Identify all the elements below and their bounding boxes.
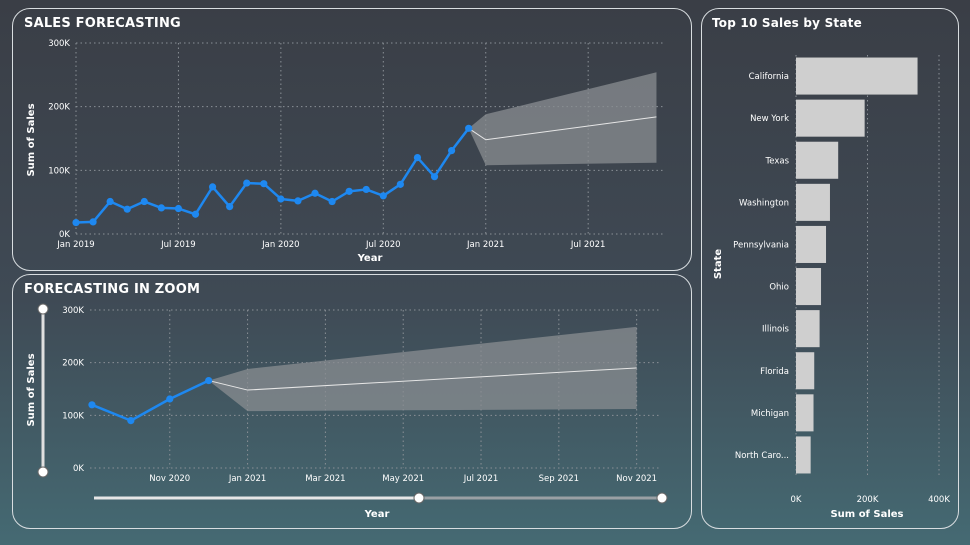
state-bar[interactable]	[796, 225, 827, 263]
x-tick-label: Jul 2021	[570, 240, 606, 250]
data-point[interactable]	[328, 197, 336, 206]
x-tick-label: 0K	[791, 495, 802, 505]
c1-ylabel: Sum of Sales	[26, 103, 37, 176]
y-tick-label: 0K	[73, 464, 84, 474]
data-point[interactable]	[174, 204, 183, 213]
state-label: California	[749, 72, 789, 82]
data-point[interactable]	[88, 401, 96, 409]
data-point[interactable]	[127, 417, 135, 425]
horizontal-slider-handle-left[interactable]	[413, 492, 425, 504]
c2-ylabel: Sum of Sales	[26, 353, 37, 426]
data-point[interactable]	[191, 210, 200, 218]
data-point[interactable]	[396, 180, 404, 188]
sales-forecasting-chart: 0K 100K 200K 300K Jan 2019 Jul 2019 Jan 2020 J…	[26, 39, 950, 520]
state-bar[interactable]	[796, 310, 820, 348]
state-label: Illinois	[762, 325, 790, 335]
c3-ylabel: State	[713, 249, 724, 280]
data-point[interactable]	[294, 197, 302, 205]
state-label: North Caro...	[735, 451, 789, 461]
y-tick-label: 0K	[59, 230, 70, 240]
data-point[interactable]	[345, 187, 353, 195]
data-point[interactable]	[260, 180, 268, 188]
state-bar[interactable]	[796, 352, 815, 390]
data-point[interactable]	[106, 197, 114, 206]
state-bar[interactable]	[796, 57, 918, 95]
c2-xlabel: Year	[364, 509, 390, 520]
state-label: New York	[750, 114, 789, 124]
x-tick-label: 400K	[928, 495, 950, 505]
data-point[interactable]	[277, 195, 285, 203]
state-label: Florida	[760, 367, 789, 377]
x-tick-label: Jul 2021	[463, 474, 499, 484]
state-bar[interactable]	[796, 183, 830, 221]
x-tick-label: Jan 2021	[466, 240, 504, 250]
state-label: Texas	[765, 156, 790, 166]
state-label: Ohio	[769, 283, 789, 293]
x-tick-label: Mar 2021	[305, 474, 345, 484]
data-point[interactable]	[362, 185, 370, 194]
x-tick-label: Nov 2021	[616, 474, 657, 484]
state-bar[interactable]	[796, 268, 822, 306]
vertical-slider-handle-bottom[interactable]	[37, 466, 49, 478]
y-tick-label: 100K	[48, 166, 70, 176]
data-point[interactable]	[465, 124, 473, 132]
state-bar[interactable]	[796, 99, 865, 137]
data-point[interactable]	[166, 395, 174, 403]
x-tick-label: Sep 2021	[539, 474, 579, 484]
c1-xlabel: Year	[357, 253, 383, 264]
forecast-confidence-band	[208, 326, 637, 412]
y-tick-label: 100K	[62, 411, 84, 421]
data-point[interactable]	[226, 203, 234, 211]
x-tick-label: Jan 2020	[261, 240, 299, 250]
vertical-slider-handle-top[interactable]	[37, 303, 49, 315]
data-point[interactable]	[430, 173, 439, 181]
sales-series-line	[75, 127, 470, 224]
data-point[interactable]	[72, 218, 80, 227]
data-point[interactable]	[379, 192, 387, 200]
state-label: Michigan	[751, 409, 789, 419]
state-label: Pennsylvania	[733, 240, 789, 250]
sales-series-line	[91, 379, 210, 422]
data-point[interactable]	[123, 205, 131, 213]
y-tick-label: 200K	[48, 103, 70, 113]
data-point[interactable]	[311, 189, 319, 197]
y-tick-label: 300K	[62, 306, 84, 316]
x-tick-label: Jan 2021	[228, 474, 266, 484]
state-bar[interactable]	[796, 141, 839, 179]
data-point[interactable]	[447, 146, 456, 155]
data-point[interactable]	[243, 179, 251, 187]
c3-xlabel: Sum of Sales	[830, 509, 903, 520]
state-label: Washington	[739, 198, 789, 208]
x-tick-label: Jul 2019	[160, 240, 196, 250]
data-point[interactable]	[413, 154, 422, 162]
y-tick-label: 200K	[62, 359, 84, 369]
x-tick-label: Jul 2020	[365, 240, 401, 250]
forecast-confidence-band	[468, 72, 657, 166]
x-tick-label: Nov 2020	[149, 474, 190, 484]
state-bar[interactable]	[796, 394, 814, 432]
data-point[interactable]	[205, 376, 213, 385]
data-point[interactable]	[89, 218, 97, 226]
data-point[interactable]	[157, 204, 165, 212]
horizontal-slider-handle-right[interactable]	[656, 492, 668, 504]
x-tick-label: May 2021	[382, 474, 424, 484]
x-tick-label: Jan 2019	[56, 240, 94, 250]
data-point[interactable]	[208, 183, 217, 191]
state-bar[interactable]	[796, 436, 811, 474]
data-point[interactable]	[140, 197, 148, 206]
x-tick-label: 200K	[857, 495, 879, 505]
y-tick-label: 300K	[48, 39, 70, 49]
